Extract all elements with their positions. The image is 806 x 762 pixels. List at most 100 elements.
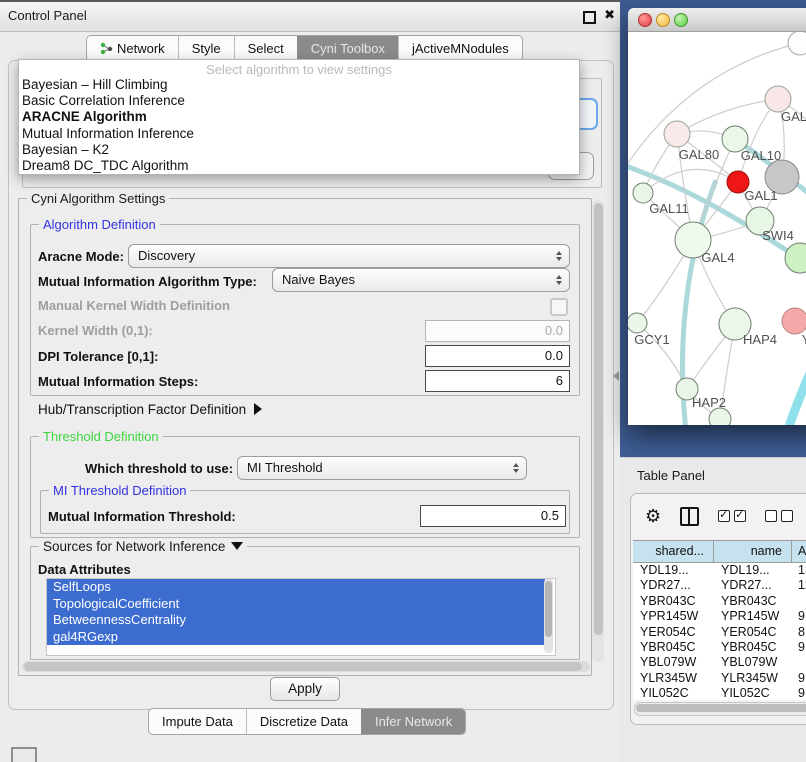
tab-network[interactable]: Network: [87, 36, 178, 61]
tab-infer-network-label: Infer Network: [375, 710, 452, 733]
tab-infer-network[interactable]: Infer Network: [361, 709, 465, 734]
network-node[interactable]: [709, 408, 731, 425]
minimize-window-icon[interactable]: [656, 13, 670, 27]
table-row[interactable]: YER054CYER054C8.: [633, 625, 806, 640]
close-window-icon[interactable]: [638, 13, 652, 27]
node-label-gal1: GAL1: [744, 188, 777, 203]
node-label-gcy1: GCY1: [634, 332, 669, 347]
which-threshold-label: Which threshold to use:: [85, 461, 233, 476]
close-panel-icon[interactable]: ✖: [604, 7, 615, 23]
table-row[interactable]: YBR043CYBR043C: [633, 594, 806, 609]
algorithm-option[interactable]: Bayesian – K2: [19, 142, 579, 158]
table-horizontal-scrollbar[interactable]: [634, 702, 806, 716]
tab-select[interactable]: Select: [234, 36, 297, 61]
column-header-clipped[interactable]: A: [792, 541, 806, 562]
aracne-mode-combobox[interactable]: Discovery: [128, 244, 570, 268]
manual-kernel-checkbox[interactable]: [550, 298, 568, 316]
algorithm-option[interactable]: ARACNE Algorithm: [19, 109, 579, 125]
table-cell: YBR045C: [714, 640, 792, 655]
table-cell: 8.: [792, 625, 806, 640]
algorithm-option[interactable]: Basic Correlation Inference: [19, 93, 579, 109]
settings-scrollbar-thumb[interactable]: [594, 203, 603, 635]
network-node[interactable]: [788, 32, 806, 55]
panel-splitter-collapse-icon[interactable]: [613, 371, 619, 381]
mi-type-combobox[interactable]: Naive Bayes: [272, 268, 570, 292]
table-row[interactable]: YBR045CYBR045C9.: [633, 640, 806, 655]
network-node-gcy1[interactable]: [628, 313, 647, 333]
dpi-tolerance-field[interactable]: 0.0: [425, 345, 570, 367]
column-header-name[interactable]: name: [714, 541, 792, 562]
mi-threshold-label: Mutual Information Threshold:: [48, 509, 236, 524]
table-cell: YBL079W: [633, 655, 714, 670]
control-panel-titlebar: Control Panel ✖: [0, 2, 620, 32]
table-cell: 9.: [792, 686, 806, 700]
settings-gear-icon[interactable]: ⚙: [645, 507, 661, 525]
kernel-width-field[interactable]: 0.0: [425, 320, 570, 342]
network-edge[interactable]: [643, 169, 738, 193]
table-cell: 13: [792, 563, 806, 578]
collapse-down-icon: [231, 542, 243, 550]
table-row[interactable]: YIL052CYIL052C9.: [633, 686, 806, 700]
algorithm-option[interactable]: Dream8 DC_TDC Algorithm: [19, 158, 579, 174]
settings-hscrollbar-thumb[interactable]: [24, 662, 582, 671]
attribute-list-item[interactable]: BetweennessCentrality: [47, 612, 545, 629]
table-row[interactable]: YBL079WYBL079W: [633, 655, 806, 670]
table-cell: YPR145W: [633, 609, 714, 624]
network-node-gal80[interactable]: [664, 121, 690, 147]
column-header-shared-name[interactable]: shared...: [633, 541, 714, 562]
tab-impute-data[interactable]: Impute Data: [149, 709, 246, 734]
apply-button[interactable]: Apply: [270, 677, 340, 701]
tab-discretize-data-label: Discretize Data: [260, 710, 348, 733]
network-canvas[interactable]: GALGAL80GAL10GAL11GAL1SWI4GAL4GCY1HAP4YH…: [628, 32, 806, 425]
algorithm-option[interactable]: Mutual Information Inference: [19, 126, 579, 142]
settings-vertical-scrollbar[interactable]: [592, 200, 604, 662]
network-node-swi4[interactable]: [785, 243, 806, 273]
column-split-icon[interactable]: [680, 507, 699, 526]
attribute-list-item[interactable]: gal4RGexp: [47, 629, 545, 646]
network-node-y[interactable]: [782, 308, 806, 334]
table-row[interactable]: YDR27...YDR27...12: [633, 578, 806, 593]
attributes-list-scrollbar[interactable]: [544, 579, 553, 653]
tab-style[interactable]: Style: [178, 36, 234, 61]
attributes-scrollbar-thumb[interactable]: [545, 581, 552, 637]
tab-cyni-toolbox[interactable]: Cyni Toolbox: [297, 36, 398, 61]
hub-definition-label: Hub/Transcription Factor Definition: [38, 402, 246, 417]
hub-definition-toggle[interactable]: Hub/Transcription Factor Definition: [38, 402, 262, 417]
attribute-list-item[interactable]: SelfLoops: [47, 579, 545, 596]
table-cell: 9.: [792, 609, 806, 624]
sources-group-title[interactable]: Sources for Network Inference: [39, 539, 247, 554]
data-attributes-list[interactable]: SelfLoopsTopologicalCoefficientBetweenne…: [46, 578, 556, 656]
sources-title-label: Sources for Network Inference: [43, 539, 225, 554]
control-panel-tabstrip: Network Style Select Cyni Toolbox jActiv…: [86, 35, 523, 62]
mi-threshold-field[interactable]: 0.5: [420, 505, 566, 527]
algorithm-popup-placeholder: Select algorithm to view settings: [19, 60, 579, 77]
network-window-titlebar[interactable]: [628, 8, 806, 32]
table-row[interactable]: YDL19...YDL19...13: [633, 563, 806, 578]
table-row[interactable]: YPR145WYPR145W9.: [633, 609, 806, 624]
deselect-all-checkbox-icon[interactable]: [765, 510, 793, 522]
table-hscrollbar-thumb[interactable]: [636, 704, 806, 712]
zoom-window-icon[interactable]: [674, 13, 688, 27]
attribute-list-item[interactable]: TopologicalCoefficient: [47, 596, 545, 613]
mi-steps-field[interactable]: 6: [425, 370, 570, 392]
select-all-checkbox-icon[interactable]: [718, 510, 746, 522]
combo-stepper-icon: [556, 275, 562, 285]
kernel-width-label: Kernel Width (0,1):: [38, 323, 153, 338]
which-threshold-combobox[interactable]: MI Threshold: [237, 456, 527, 480]
cyni-algorithm-settings-title: Cyni Algorithm Settings: [27, 191, 169, 206]
network-view-window[interactable]: GALGAL80GAL10GAL11GAL1SWI4GAL4GCY1HAP4YH…: [628, 8, 806, 425]
settings-horizontal-scrollbar[interactable]: [22, 661, 590, 672]
algorithm-popup-list: Bayesian – Hill ClimbingBasic Correlatio…: [19, 77, 579, 174]
tab-discretize-data[interactable]: Discretize Data: [246, 709, 361, 734]
table-panel-toggle-icon[interactable]: [11, 747, 37, 762]
table-cell: YDR27...: [633, 578, 714, 593]
node-label-gal10: GAL10: [741, 148, 781, 163]
table-row[interactable]: YLR345WYLR345W9.: [633, 671, 806, 686]
node-table-body: YDL19...YDL19...13YDR27...YDR27...12YBR0…: [633, 563, 806, 700]
float-panel-icon[interactable]: [583, 11, 596, 24]
table-cell: YIL052C: [714, 686, 792, 700]
algorithm-option[interactable]: Bayesian – Hill Climbing: [19, 77, 579, 93]
tab-jactivemnodules[interactable]: jActiveMNodules: [398, 36, 522, 61]
node-label-gal4: GAL4: [701, 250, 734, 265]
network-node-gal11[interactable]: [633, 183, 653, 203]
